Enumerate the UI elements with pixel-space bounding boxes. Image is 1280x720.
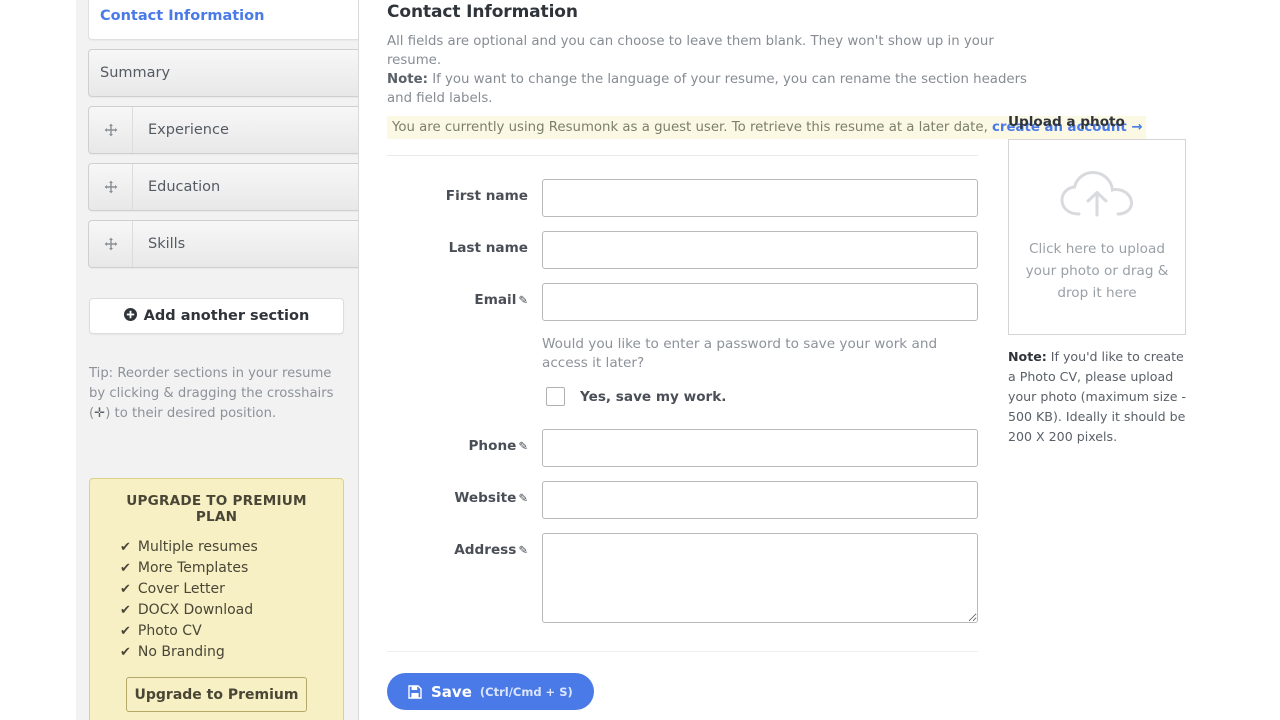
reorder-tip: Tip: Reorder sections in your resume by … [89,364,339,424]
field-row-website: Website ✎ [387,481,1280,519]
last-name-label: Last name [387,231,542,256]
upload-photo-note: Note: If you'd like to create a Photo CV… [1008,347,1192,447]
list-item: ✔ Photo CV [120,621,327,642]
upload-photo-panel: Upload a photo Click here to upload your… [1008,114,1208,447]
tip-suffix: ) to their desired position. [105,406,277,421]
save-work-checkbox-row: Yes, save my work. [542,384,962,409]
photo-dropzone[interactable]: Click here to upload your photo or drag … [1008,139,1186,335]
save-my-work-checkbox[interactable] [546,387,565,406]
upload-note-label: Note: [1008,349,1047,364]
premium-feature-label: More Templates [137,560,249,576]
sidebar-item-skills[interactable]: Skills [88,220,358,268]
field-label-text: Email [474,292,517,308]
phone-label: Phone ✎ [387,429,542,454]
intro-note-text: If you want to change the language of yo… [387,72,1027,106]
drag-crosshair-icon[interactable] [89,107,133,153]
intro-line-1: All fields are optional and you can choo… [387,34,994,68]
last-name-input[interactable] [542,231,978,269]
intro-note-label: Note: [387,72,428,87]
upload-photo-title: Upload a photo [1008,114,1125,130]
drag-crosshair-icon[interactable] [89,164,133,210]
add-another-section-label: Add another section [143,308,310,324]
sidebar-item-contact-information[interactable]: Contact Information [88,0,358,40]
field-label-text: Phone [468,438,517,454]
field-label-text: Website [454,490,517,506]
first-name-label: First name [387,179,542,204]
list-item: ✔ Cover Letter [120,579,327,600]
save-button-label: Save [431,682,472,701]
premium-feature-label: Cover Letter [137,581,225,597]
website-label: Website ✎ [387,481,542,506]
premium-feature-label: No Branding [137,644,225,660]
guest-notice-text: You are currently using Resumonk as a gu… [392,120,993,135]
pencil-edit-icon[interactable]: ✎ [518,543,528,557]
sidebar-item-summary[interactable]: Summary [88,49,358,97]
intro-note: Note: If you want to change the language… [387,70,1027,108]
pencil-edit-icon[interactable]: ✎ [518,491,528,505]
address-label: Address ✎ [387,533,542,558]
premium-feature-label: Photo CV [137,623,202,639]
main-content: Contact Information All fields are optio… [360,0,1280,720]
check-icon: ✔ [120,582,131,597]
field-label-text: Address [454,542,517,558]
first-name-input[interactable] [542,179,978,217]
photo-dropzone-text: Click here to upload your photo or drag … [1025,241,1169,301]
email-field[interactable] [542,283,978,321]
password-question: Would you like to enter a password to sa… [542,336,938,371]
footer-divider [387,651,978,652]
check-icon: ✔ [120,561,131,576]
section-list: Contact Information Summary Experience E… [88,0,358,277]
resume-builder-page: Contact Information Summary Experience E… [0,0,1280,720]
check-icon: ✔ [120,645,131,660]
upgrade-to-premium-button[interactable]: Upgrade to Premium [126,677,307,712]
sidebar-item-education[interactable]: Education [88,163,358,211]
premium-feature-list: ✔ Multiple resumes ✔ More Templates ✔ Cover… [106,537,327,663]
premium-panel-title: UPGRADE TO PREMIUM PLAN [126,493,307,525]
intro-text: All fields are optional and you can choo… [387,32,1027,108]
cloud-upload-icon [1059,170,1135,224]
field-label-text: Last name [448,240,528,256]
premium-upgrade-panel: UPGRADE TO PREMIUM PLAN ✔ Multiple resume… [89,478,344,720]
sidebar-item-label: Contact Information [100,8,265,24]
website-field[interactable] [542,481,978,519]
email-label: Email ✎ [387,283,542,308]
phone-field[interactable] [542,429,978,467]
password-option-block: Would you like to enter a password to sa… [542,335,962,409]
pencil-edit-icon[interactable]: ✎ [518,439,528,453]
floppy-disk-icon [408,684,422,699]
sidebar-item-label: Summary [100,65,171,81]
plus-circle-icon [123,307,137,325]
header-divider [387,155,978,156]
add-another-section-button[interactable]: Add another section [89,298,344,334]
save-button[interactable]: Save (Ctrl/Cmd + S) [387,673,594,710]
check-icon: ✔ [120,624,131,639]
address-field[interactable] [542,533,978,623]
premium-feature-label: DOCX Download [137,602,254,618]
list-item: ✔ More Templates [120,558,327,579]
drag-crosshair-icon[interactable] [89,221,133,267]
list-item: ✔ DOCX Download [120,600,327,621]
pencil-edit-icon[interactable]: ✎ [518,293,528,307]
page-title: Contact Information [387,2,578,22]
check-icon: ✔ [120,603,131,618]
sidebar-item-label: Education [148,179,221,195]
list-item: ✔ Multiple resumes [120,537,327,558]
field-label-text: First name [445,188,528,204]
save-shortcut-hint: (Ctrl/Cmd + S) [479,684,573,699]
sidebar-item-label: Skills [148,236,186,252]
premium-feature-label: Multiple resumes [137,539,258,555]
list-item: ✔ No Branding [120,642,327,663]
check-icon: ✔ [120,540,131,555]
crosshair-glyph-icon: ✛ [94,406,106,421]
field-row-address: Address ✎ [387,533,1280,623]
sidebar-item-experience[interactable]: Experience [88,106,358,154]
save-my-work-label[interactable]: Yes, save my work. [580,389,726,405]
sidebar-item-label: Experience [148,122,229,138]
